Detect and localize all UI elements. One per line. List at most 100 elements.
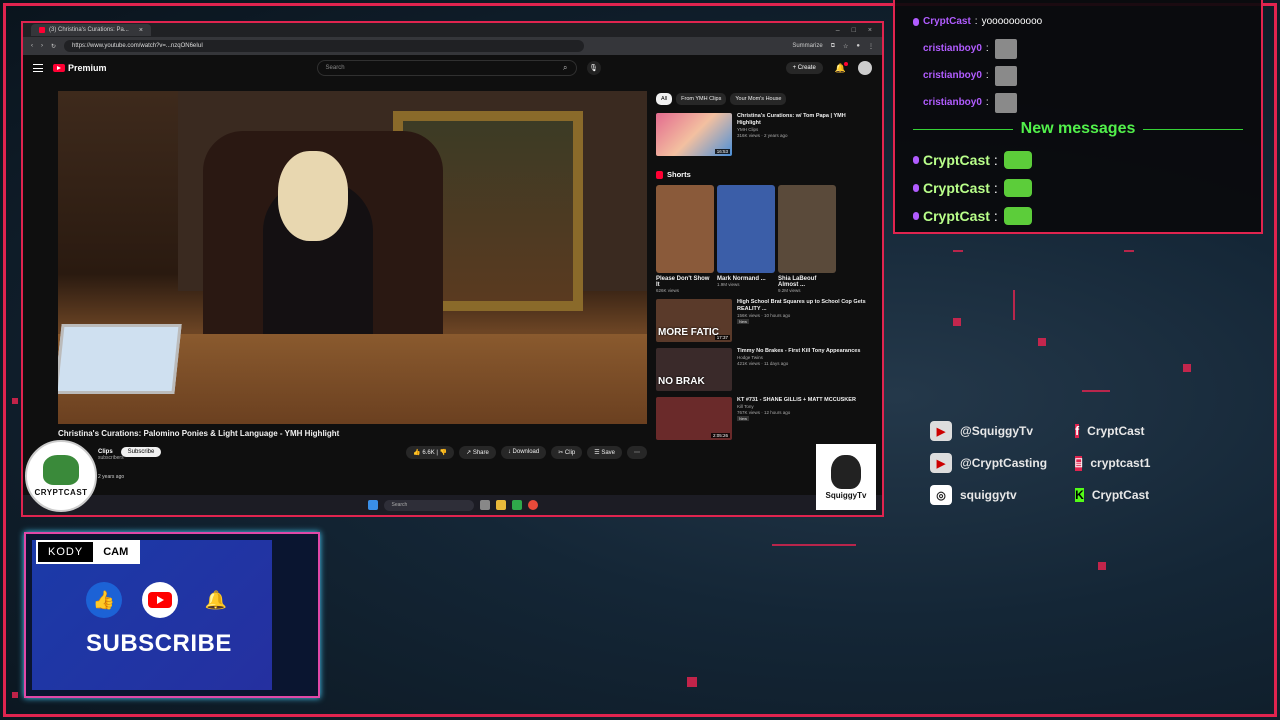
social-handle: CryptCast bbox=[1091, 488, 1150, 502]
social-link[interactable]: ⌸ cryptcast1 bbox=[1075, 455, 1230, 471]
chat-username[interactable]: CryptCast bbox=[923, 180, 990, 196]
video-thumbnail: MORE FATIC 17:37 bbox=[656, 299, 732, 342]
chat-username[interactable]: CryptCast bbox=[923, 152, 990, 168]
save-label: Save bbox=[601, 449, 615, 456]
more-icon[interactable]: ⋮ bbox=[868, 43, 874, 50]
edge-icon[interactable] bbox=[511, 500, 522, 510]
chip-your-mom-s-house[interactable]: Your Mom's House bbox=[730, 93, 787, 105]
address-bar[interactable]: https://www.youtube.com/watch?v=...nzqON… bbox=[64, 40, 585, 52]
chrome-icon[interactable] bbox=[527, 500, 538, 510]
windows-start-icon[interactable] bbox=[367, 500, 378, 510]
chat-username[interactable]: cristianboy0 bbox=[923, 97, 982, 108]
recommended-title: Timmy No Brakes - First Kill Tony Appear… bbox=[737, 348, 861, 354]
create-button[interactable]: + Create bbox=[785, 62, 823, 74]
save-button[interactable]: ☰ Save bbox=[587, 445, 622, 459]
like-count: 6.6K bbox=[422, 449, 435, 456]
social-handle: @CryptCasting bbox=[960, 456, 1048, 470]
notifications-bell-icon[interactable]: 🔔 bbox=[835, 61, 849, 74]
summarize-button[interactable]: Summarize bbox=[792, 43, 822, 49]
browser-window: (3) Christina's Curations: Pa... × – □ ×… bbox=[21, 21, 884, 517]
minimize-icon[interactable]: – bbox=[836, 27, 840, 34]
back-icon[interactable]: ‹ bbox=[31, 43, 33, 49]
emote-icon bbox=[1003, 151, 1032, 169]
youtube-logo[interactable]: Premium bbox=[53, 63, 107, 73]
webcam-frame: KODY CAM 👍 🔔 SUBSCRIBE bbox=[24, 532, 320, 698]
thumbnail-text: NO BRAK bbox=[658, 376, 705, 387]
browser-tab[interactable]: (3) Christina's Curations: Pa... × bbox=[31, 24, 151, 36]
chat-text: yoooooooooo bbox=[981, 16, 1043, 27]
subscribe-button[interactable]: Subscribe bbox=[120, 447, 162, 457]
task-view-icon[interactable] bbox=[479, 500, 490, 510]
chip-all[interactable]: All bbox=[656, 93, 673, 105]
taskbar-search-placeholder: Search bbox=[391, 502, 408, 508]
avatar[interactable] bbox=[858, 61, 872, 75]
chat-username[interactable]: cristianboy0 bbox=[923, 70, 982, 81]
share-label: Share bbox=[472, 449, 489, 456]
chat-username[interactable]: cristianboy0 bbox=[923, 43, 982, 54]
emote-icon bbox=[1003, 179, 1032, 197]
short-item[interactable]: Mark Normand ... 1.9M views bbox=[717, 185, 775, 293]
social-link[interactable]: K CryptCast bbox=[1075, 488, 1230, 502]
social-link[interactable]: ▶ @CryptCasting bbox=[930, 453, 1075, 473]
file-explorer-icon[interactable] bbox=[495, 500, 506, 510]
social-link[interactable]: f CryptCast bbox=[1075, 424, 1230, 438]
short-thumbnail bbox=[656, 185, 714, 273]
video-thumbnail: 2:05:26 bbox=[656, 397, 732, 440]
chat-message: CryptCast: bbox=[913, 146, 1243, 174]
download-button[interactable]: ↓ Download bbox=[500, 445, 547, 459]
short-item[interactable]: Please Don't Show It 626K views bbox=[656, 185, 714, 293]
deco-dot bbox=[1183, 364, 1191, 372]
emote-icon bbox=[994, 65, 1017, 86]
recommended-video[interactable]: NO BRAK Timmy No Brakes - First Kill Tony… bbox=[656, 348, 866, 391]
twitch-icon: ⌸ bbox=[1075, 455, 1083, 471]
close-icon[interactable]: × bbox=[139, 27, 143, 34]
forward-icon[interactable]: › bbox=[41, 43, 43, 49]
mic-icon[interactable]: 🎙 bbox=[586, 61, 601, 75]
reload-icon[interactable]: ↻ bbox=[51, 43, 56, 50]
youtube-icon: ▶ bbox=[930, 453, 952, 473]
recommended-video[interactable]: MORE FATIC 17:37 High School Brat Squares … bbox=[656, 299, 866, 342]
hamburger-menu-icon[interactable] bbox=[33, 64, 43, 72]
recommended-video[interactable]: 16:53 Christina's Curations: w/ Tom Papa… bbox=[656, 113, 866, 156]
maximize-icon[interactable]: □ bbox=[852, 27, 856, 34]
recommended-meta: 421K views · 11 days ago bbox=[737, 360, 789, 366]
new-messages-divider: New messages bbox=[913, 120, 1244, 138]
social-link[interactable]: ▶ @SquiggyTv bbox=[930, 421, 1075, 441]
social-row: ▶ @CryptCasting ⌸ cryptcast1 bbox=[930, 447, 1230, 479]
deco-line bbox=[1124, 250, 1134, 252]
more-actions-icon[interactable]: ⋯ bbox=[627, 445, 647, 459]
youtube-logo-icon bbox=[53, 64, 65, 72]
profile-icon[interactable]: ● bbox=[856, 43, 860, 49]
star-icon[interactable]: ☆ bbox=[843, 43, 848, 50]
social-handle: @SquiggyTv bbox=[960, 424, 1034, 438]
badge-icon bbox=[913, 156, 919, 164]
youtube-icon: ▶ bbox=[930, 421, 952, 441]
badge-icon bbox=[913, 212, 919, 220]
video-player[interactable] bbox=[58, 91, 647, 424]
squiggytv-logo-text: SquiggyTv bbox=[825, 490, 867, 500]
thumbs-up-icon: 👍 bbox=[86, 582, 122, 618]
like-button[interactable]: 👍 6.6K | 👎 bbox=[406, 445, 455, 459]
skull-icon bbox=[831, 454, 861, 489]
search-input[interactable]: Search ⌕ bbox=[316, 60, 577, 76]
clip-button[interactable]: ✂ Clip bbox=[551, 445, 583, 459]
social-handle: CryptCast bbox=[1087, 424, 1145, 438]
share-button[interactable]: ↗ Share bbox=[459, 445, 496, 459]
chip-from-ymh-clips[interactable]: From YMH Clips bbox=[676, 93, 727, 105]
shorts-heading: Shorts bbox=[656, 170, 866, 179]
mascot-icon bbox=[43, 455, 79, 485]
chat-message: cristianboy0: bbox=[913, 89, 1243, 116]
extensions-icon[interactable]: ⧉ bbox=[831, 43, 835, 50]
kick-icon: K bbox=[1075, 488, 1084, 502]
short-item[interactable]: Shia LaBeouf Almost ... 9.2M views bbox=[778, 185, 836, 293]
search-icon[interactable]: ⌕ bbox=[563, 63, 567, 73]
social-link[interactable]: ◎ squiggytv bbox=[930, 485, 1075, 505]
close-window-icon[interactable]: × bbox=[868, 27, 872, 34]
windows-taskbar: Search bbox=[23, 495, 882, 515]
chat-username[interactable]: CryptCast bbox=[923, 16, 971, 27]
laptop bbox=[58, 324, 182, 394]
chat-username[interactable]: CryptCast bbox=[923, 208, 990, 224]
deco-dot bbox=[12, 398, 18, 404]
recommended-video[interactable]: 2:05:26 KT #731 - SHANE GILLIS + MATT MCC… bbox=[656, 397, 866, 440]
taskbar-search[interactable]: Search bbox=[383, 499, 474, 511]
